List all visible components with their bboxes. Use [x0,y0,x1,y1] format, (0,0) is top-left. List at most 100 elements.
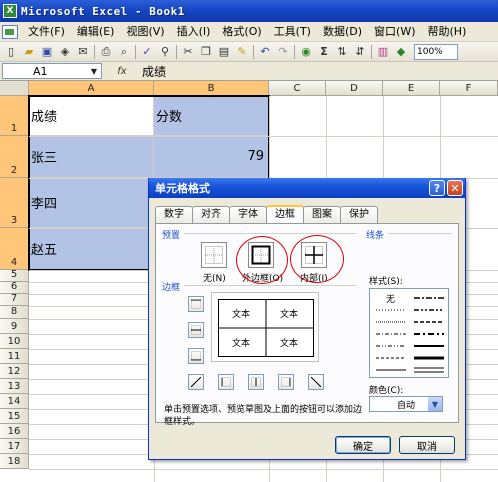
research-icon[interactable]: ⚲ [157,44,173,60]
window-title: Microsoft Excel - Book1 [21,4,185,18]
sort-descending-icon[interactable]: ⇵ [352,44,368,60]
preview-text: 文本 [280,310,299,320]
help-button[interactable]: ? [429,180,445,196]
cancel-button[interactable]: 取消 [399,436,455,454]
hint-text: 单击预置选项、预览草图及上面的按钮可以添加边框样式。 [164,405,363,427]
toolbar-separator [176,44,177,59]
presets-label: 预置 [162,231,181,241]
line-divider [388,233,452,234]
dialog-title-bar: 单元格格式 ? ✕ [149,178,465,198]
menu-file[interactable]: 文件(F) [22,22,71,42]
excel-icon: X [3,4,17,18]
border-diagonal-down-button[interactable] [308,374,324,390]
menu-edit[interactable]: 编辑(E) [71,22,121,42]
border-middle-horizontal-button[interactable] [188,322,204,338]
border-bottom-button[interactable] [188,348,204,364]
border-preview[interactable]: 文本 文本 文本 文本 [211,292,319,362]
spelling-icon[interactable]: ✓ [139,44,155,60]
annotation-circle [236,236,288,284]
presets-divider [184,233,356,234]
preview-text: 文本 [232,339,251,349]
border-right-button[interactable] [278,374,294,390]
border-left-button[interactable] [218,374,234,390]
chevron-down-icon[interactable]: ▼ [91,67,97,76]
border-top-icon [191,299,201,309]
border-right-icon [281,377,291,387]
tab-border[interactable]: 边框 [266,205,304,223]
preset-none-button[interactable] [201,242,227,268]
dialog-title: 单元格格式 [155,182,210,195]
cut-icon[interactable]: ✂ [180,44,196,60]
preview-text: 文本 [232,310,251,320]
drawing-icon[interactable]: ◆ [393,44,409,60]
preview-borders [218,299,314,357]
line-style-list[interactable]: 无 [369,288,449,378]
border-middle-vertical-button[interactable] [248,374,264,390]
formula-input[interactable]: 成绩 [142,63,166,80]
sort-ascending-icon[interactable]: ⇅ [334,44,350,60]
autosum-icon[interactable]: Σ [316,44,332,60]
menu-window[interactable]: 窗口(W) [368,22,421,42]
workbook-icon[interactable] [2,24,18,39]
border-left-icon [221,377,231,387]
paste-icon[interactable]: ▤ [216,44,232,60]
menu-view[interactable]: 视图(V) [120,22,170,42]
menu-data[interactable]: 数据(D) [317,22,368,42]
annotation-circle [290,235,344,283]
menu-tools[interactable]: 工具(T) [268,22,317,42]
border-bottom-icon [191,351,201,361]
zoom-box[interactable]: 100% [414,43,458,60]
preview-text: 文本 [280,339,299,349]
border-tab-panel: 预置 无(N) 外边框(O) 内部(I) 边框 文本 文本 文本 文本 线条 样… [155,223,459,427]
standard-toolbar: ▯ ▰ ▣ ◈ ✉ ⎙ ⌕ ✓ ⚲ ✂ ❐ ▤ ✎ ↶ ↷ ◉ Σ ⇅ ⇵ ▥ … [0,42,498,62]
border-middle-horizontal-icon [191,325,201,335]
menu-insert[interactable]: 插入(I) [171,22,217,42]
tab-font[interactable]: 字体 [229,206,267,223]
border-top-button[interactable] [188,296,204,312]
color-label: 颜色(C): [369,386,404,396]
color-select[interactable]: 自动 ▼ [369,396,443,412]
dialog-tabs: 数字 对齐 字体 边框 图案 保护 [155,205,378,223]
copy-icon[interactable]: ❐ [198,44,214,60]
chevron-down-icon[interactable]: ▼ [428,397,442,411]
border-middle-vertical-icon [251,377,261,387]
toolbar-separator [253,44,254,59]
permission-icon[interactable]: ◈ [57,44,73,60]
toolbar-separator [294,44,295,59]
print-preview-icon[interactable]: ⌕ [116,44,132,60]
hyperlink-icon[interactable]: ◉ [298,44,314,60]
tab-protection[interactable]: 保护 [340,206,378,223]
format-painter-icon[interactable]: ✎ [234,44,250,60]
redo-icon[interactable]: ↷ [275,44,291,60]
color-value: 自动 [396,400,415,411]
toolbar-separator [94,44,95,59]
chart-wizard-icon[interactable]: ▥ [375,44,391,60]
excel-window: X Microsoft Excel - Book1 文件(F) 编辑(E) 视图… [0,0,498,482]
menu-bar: 文件(F) 编辑(E) 视图(V) 插入(I) 格式(O) 工具(T) 数据(D… [0,22,498,42]
close-button[interactable]: ✕ [447,180,463,196]
email-icon[interactable]: ✉ [75,44,91,60]
tab-patterns[interactable]: 图案 [303,206,341,223]
new-icon[interactable]: ▯ [3,44,19,60]
border-diagonal-up-button[interactable] [188,374,204,390]
open-icon[interactable]: ▰ [21,44,37,60]
undo-icon[interactable]: ↶ [257,44,273,60]
toolbar-separator [371,44,372,59]
function-icon[interactable]: fx [102,66,142,77]
menu-format[interactable]: 格式(O) [216,22,267,42]
border-divider [184,285,356,286]
border-label: 边框 [162,283,181,293]
border-none-icon [205,246,223,264]
ok-button[interactable]: 确定 [335,436,391,454]
save-icon[interactable]: ▣ [39,44,55,60]
line-styles [376,297,444,373]
menu-help[interactable]: 帮助(H) [422,22,473,42]
print-icon[interactable]: ⎙ [98,44,114,60]
border-diagonal-down-icon [311,377,321,387]
tab-number[interactable]: 数字 [155,206,193,223]
tab-alignment[interactable]: 对齐 [192,206,230,223]
title-bar: X Microsoft Excel - Book1 [0,0,498,22]
style-label: 样式(S): [369,277,403,287]
toolbar-separator [135,44,136,59]
name-box[interactable]: A1 ▼ [2,63,102,79]
